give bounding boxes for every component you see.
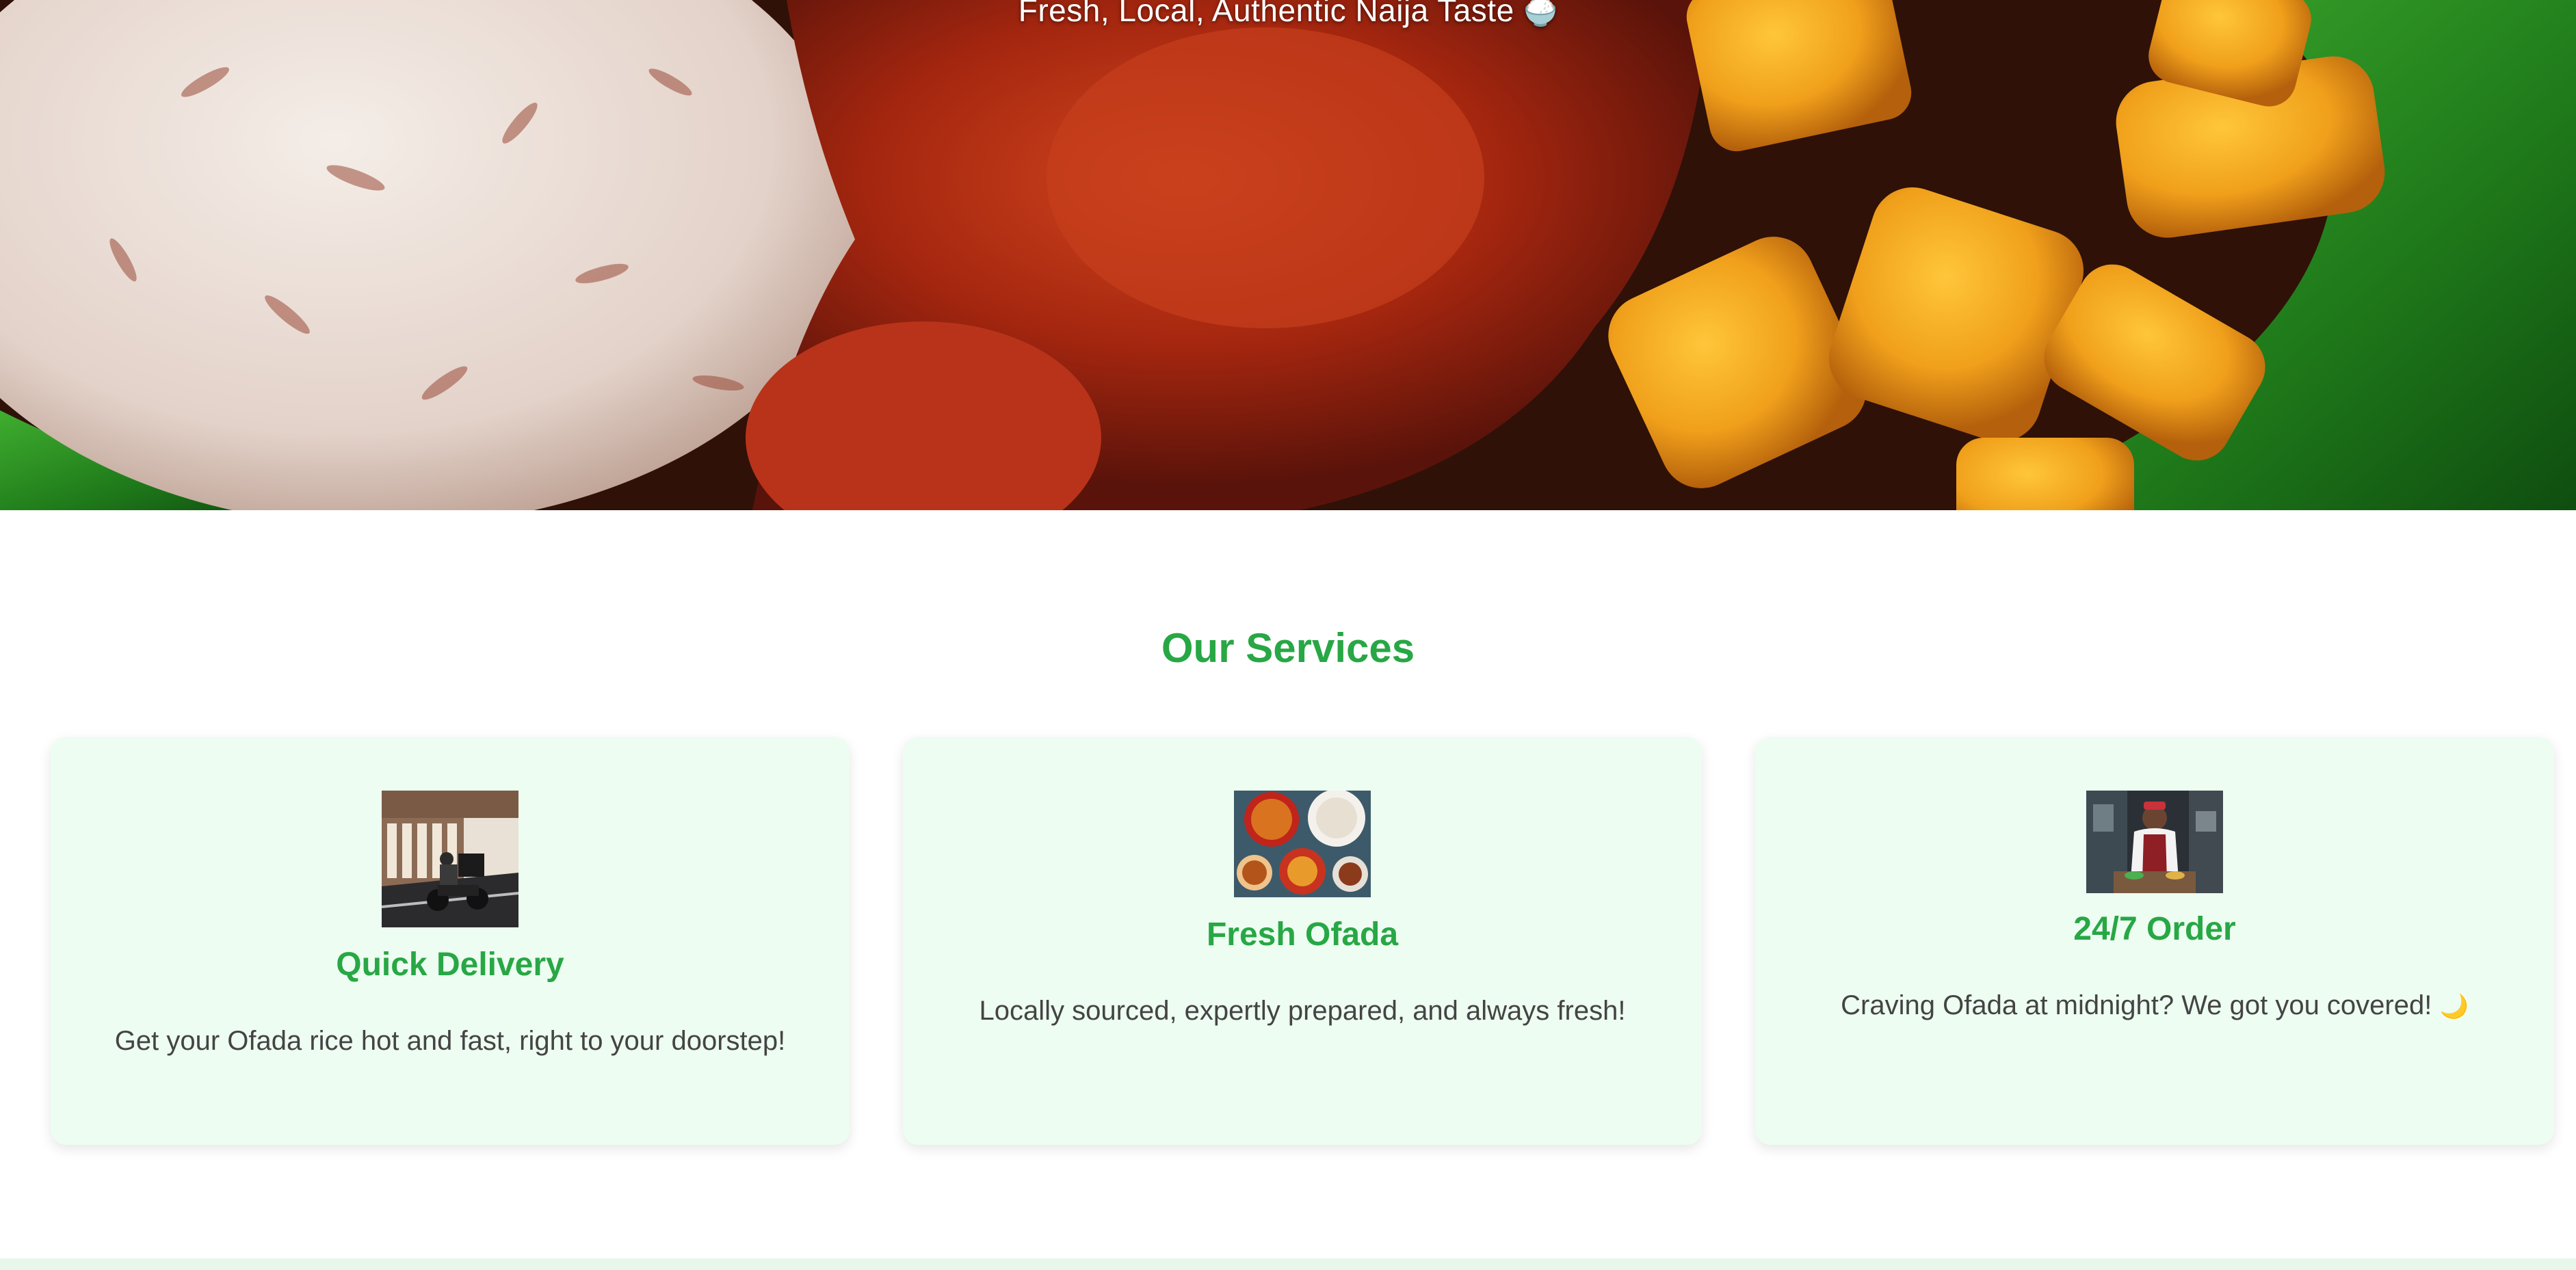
services-section: Our Services Quick Delivery Get your Ofa…: [0, 510, 2576, 1258]
service-card-description: Get your Ofada rice hot and fast, right …: [114, 1026, 786, 1056]
services-heading: Our Services: [1161, 625, 1415, 671]
crescent-moon-icon: 🌙: [2439, 994, 2469, 1020]
ofada-dishes-image: [1234, 791, 1371, 897]
service-card-quick-delivery: Quick Delivery Get your Ofada rice hot a…: [51, 737, 850, 1145]
ofada-rice-plate-image: [0, 0, 2576, 510]
service-card-fresh-ofada: Fresh Ofada Locally sourced, expertly pr…: [903, 737, 1702, 1145]
footer-section-edge: [0, 1258, 2576, 1270]
service-card-title: Quick Delivery: [336, 947, 564, 983]
service-card-title: Fresh Ofada: [1206, 916, 1399, 953]
hero-section: Fresh, Local, Authentic Naija Taste 🍚: [0, 0, 2576, 510]
delivery-rider-image: [382, 791, 518, 927]
service-card-title: 24/7 Order: [2073, 911, 2236, 947]
hero-tagline: Fresh, Local, Authentic Naija Taste 🍚: [0, 0, 2576, 32]
service-card-24-7-order: 24/7 Order Craving Ofada at midnight? We…: [1755, 737, 2554, 1145]
service-card-description: Craving Ofada at midnight? We got you co…: [1783, 988, 2527, 1024]
service-card-description: Locally sourced, expertly prepared, and …: [979, 996, 1626, 1026]
chef-kitchen-image: [2086, 791, 2223, 893]
service-card-description-text: Craving Ofada at midnight? We got you co…: [1841, 990, 2432, 1020]
hero-tagline-text: Fresh, Local, Authentic Naija Taste: [1018, 0, 1514, 28]
rice-bowl-icon: 🍚: [1523, 0, 1558, 27]
